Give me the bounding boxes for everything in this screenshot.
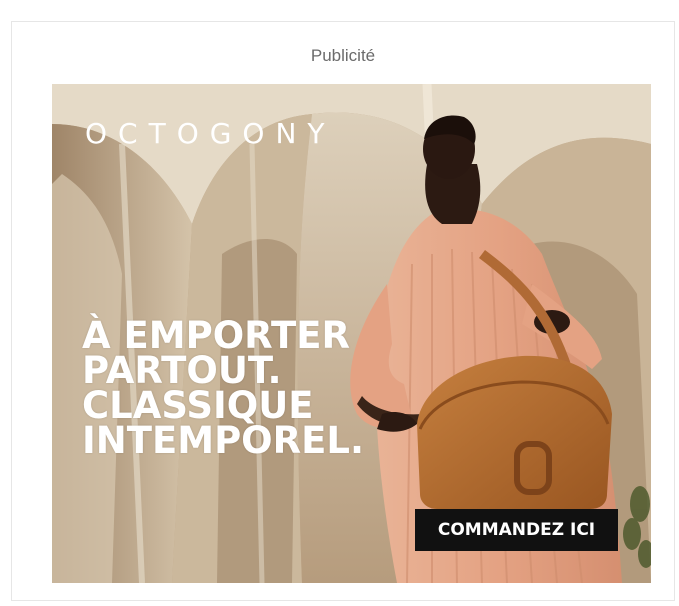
ad-label: Publicité (310, 46, 376, 65)
order-now-button[interactable]: COMMANDEZ ICI (415, 509, 618, 551)
ad-banner[interactable]: OCTOGONY À EMPORTER PARTOUT. CLASSIQUE I… (52, 84, 651, 583)
headline-line: CLASSIQUE (82, 384, 314, 427)
headline-line: À EMPORTER (82, 314, 351, 357)
headline-line: INTEMPOREL. (82, 419, 365, 462)
ad-container: Publicité OCTOGONY À EMPORTER PARTOUT. C… (11, 21, 675, 601)
brand-logo: OCTOGONY (85, 117, 336, 150)
ad-headline: À EMPORTER PARTOUT. CLASSIQUE INTEMPOREL… (82, 314, 442, 462)
headline-line: PARTOUT. (82, 349, 282, 392)
